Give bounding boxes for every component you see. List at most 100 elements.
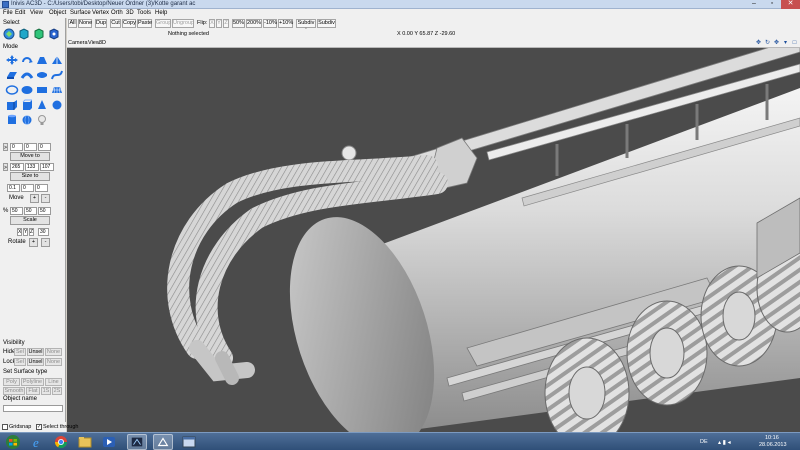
- flip-x-button[interactable]: X: [209, 19, 215, 28]
- lock-unsel-button[interactable]: Unsel: [27, 358, 44, 366]
- viewport-move-icon[interactable]: ✥: [755, 40, 762, 47]
- scale-200-button[interactable]: 200%: [246, 19, 262, 28]
- flat-button[interactable]: Flat: [26, 387, 40, 395]
- rectangle-mode-icon[interactable]: [35, 84, 49, 96]
- flip-y-button[interactable]: Y: [216, 19, 222, 28]
- lock-sel-button[interactable]: Sel: [14, 358, 26, 366]
- move-step-y-field[interactable]: 0: [21, 184, 34, 192]
- select-vertex-icon[interactable]: [48, 28, 60, 40]
- cone-mode-icon[interactable]: [35, 99, 49, 111]
- position-back-arrow[interactable]: >: [3, 143, 8, 151]
- scale-minus10-button[interactable]: -10%: [263, 19, 277, 28]
- position-y-field[interactable]: 0: [24, 143, 37, 151]
- line-button[interactable]: Line: [45, 378, 62, 386]
- hide-none-button[interactable]: None: [45, 348, 62, 356]
- flip-z-button[interactable]: Z: [223, 19, 229, 28]
- menu-surface[interactable]: Surface: [70, 10, 91, 16]
- rotate-plus-button[interactable]: +: [29, 238, 38, 247]
- group-button[interactable]: Group: [155, 19, 171, 28]
- mesh-mode-icon[interactable]: [50, 84, 64, 96]
- menu-3d[interactable]: 3D: [126, 10, 134, 16]
- position-z-field[interactable]: 0: [38, 143, 51, 151]
- size-to-button[interactable]: Size to: [10, 172, 50, 181]
- start-button[interactable]: [3, 434, 23, 450]
- cut-button[interactable]: Cut: [110, 19, 121, 28]
- move-to-button[interactable]: Move to: [10, 152, 50, 161]
- rotate-y-toggle[interactable]: Y: [23, 228, 28, 236]
- select-through-checkbox[interactable]: ✓: [36, 424, 42, 430]
- scale-z-field[interactable]: 50: [38, 207, 51, 215]
- lock-none-button[interactable]: None: [45, 358, 62, 366]
- ac3d-app-icon[interactable]: [2, 1, 9, 8]
- scale-button[interactable]: Scale: [10, 216, 50, 225]
- one-sided-button[interactable]: 1S: [41, 387, 51, 395]
- menu-file[interactable]: File: [3, 10, 13, 16]
- select-none-button[interactable]: None: [78, 19, 92, 28]
- two-sided-button[interactable]: 2S: [52, 387, 62, 395]
- scale-50-button[interactable]: 50%: [232, 19, 245, 28]
- viewport-rotate-icon[interactable]: ↻: [764, 40, 771, 47]
- select-surface-icon[interactable]: [33, 28, 45, 40]
- scale-y-field[interactable]: 50: [24, 207, 37, 215]
- internet-explorer-icon[interactable]: e: [27, 434, 47, 450]
- subdiv-minus-button[interactable]: Subdiv -: [317, 19, 336, 33]
- 3d-viewport[interactable]: [67, 48, 800, 432]
- menu-object[interactable]: Object: [49, 10, 66, 16]
- object-name-field[interactable]: [3, 405, 63, 412]
- lathe-mode-icon[interactable]: [35, 69, 49, 81]
- scale-plus10-button[interactable]: +10%: [278, 19, 293, 28]
- subdiv-plus-button[interactable]: Subdiv +: [296, 19, 316, 33]
- paste-button[interactable]: Paste: [137, 19, 152, 28]
- move-step-z-field[interactable]: 0: [35, 184, 48, 192]
- minimize-button[interactable]: –: [745, 0, 763, 9]
- poly-button[interactable]: Poly: [3, 378, 20, 386]
- rotate-angle-field[interactable]: 30: [38, 228, 49, 236]
- bend-mode-icon[interactable]: [20, 69, 34, 81]
- hide-sel-button[interactable]: Sel: [14, 348, 26, 356]
- polyline-button[interactable]: Polyline: [21, 378, 44, 386]
- size-z-field[interactable]: 107: [40, 163, 54, 171]
- clock-date[interactable]: 28.06.2013: [759, 442, 787, 448]
- language-indicator[interactable]: DE: [700, 439, 708, 445]
- spline-mode-icon[interactable]: [50, 69, 64, 81]
- menu-orth[interactable]: Orth: [111, 10, 123, 16]
- sphere-mode-icon[interactable]: [50, 99, 64, 111]
- scale-mode-icon[interactable]: [35, 54, 49, 66]
- position-x-field[interactable]: 0: [10, 143, 23, 151]
- extrude-mode-icon[interactable]: [5, 69, 19, 81]
- rotate-mode-icon[interactable]: [20, 54, 34, 66]
- rotate-x-toggle[interactable]: X: [17, 228, 22, 236]
- select-object-icon[interactable]: [18, 28, 30, 40]
- globe-mode-icon[interactable]: [20, 114, 34, 126]
- select-all-button[interactable]: All: [68, 19, 77, 28]
- move-mode-icon[interactable]: [5, 54, 19, 66]
- box-mode-icon[interactable]: [5, 99, 19, 111]
- move-minus-button[interactable]: -: [41, 194, 50, 203]
- window-taskbar-icon[interactable]: [179, 434, 199, 450]
- rotate-minus-button[interactable]: -: [41, 238, 50, 247]
- close-button[interactable]: ✕: [781, 0, 800, 9]
- menu-view[interactable]: View: [30, 10, 43, 16]
- menu-vertex[interactable]: Vertex: [92, 10, 109, 16]
- explorer-icon[interactable]: [75, 434, 95, 450]
- light-mode-icon[interactable]: [35, 114, 49, 126]
- tray-arrows-icon[interactable]: ▴ ▮ ◂: [718, 439, 731, 446]
- menu-tools[interactable]: Tools: [137, 10, 151, 16]
- size-x-field[interactable]: 265: [10, 163, 24, 171]
- menu-help[interactable]: Help: [155, 10, 167, 16]
- scale-x-field[interactable]: 50: [10, 207, 23, 215]
- select-group-icon[interactable]: [3, 28, 15, 40]
- viewport-pan-icon[interactable]: ✥: [773, 40, 780, 47]
- media-player-icon[interactable]: [99, 434, 119, 450]
- gridsnap-checkbox[interactable]: [2, 424, 8, 430]
- chrome-icon[interactable]: [51, 434, 71, 450]
- disc-mode-icon[interactable]: [20, 84, 34, 96]
- rotate-z-toggle[interactable]: Z: [29, 228, 34, 236]
- smooth-button[interactable]: Smooth: [3, 387, 25, 395]
- cylinder-mode-icon[interactable]: [5, 114, 19, 126]
- viewport-menu-3d[interactable]: 3D: [99, 40, 106, 46]
- size-back-arrow[interactable]: >: [3, 163, 8, 171]
- copy-button[interactable]: Copy: [122, 19, 136, 28]
- viewport-maximize-icon[interactable]: □: [791, 40, 798, 47]
- cube-mode-icon[interactable]: [20, 99, 34, 111]
